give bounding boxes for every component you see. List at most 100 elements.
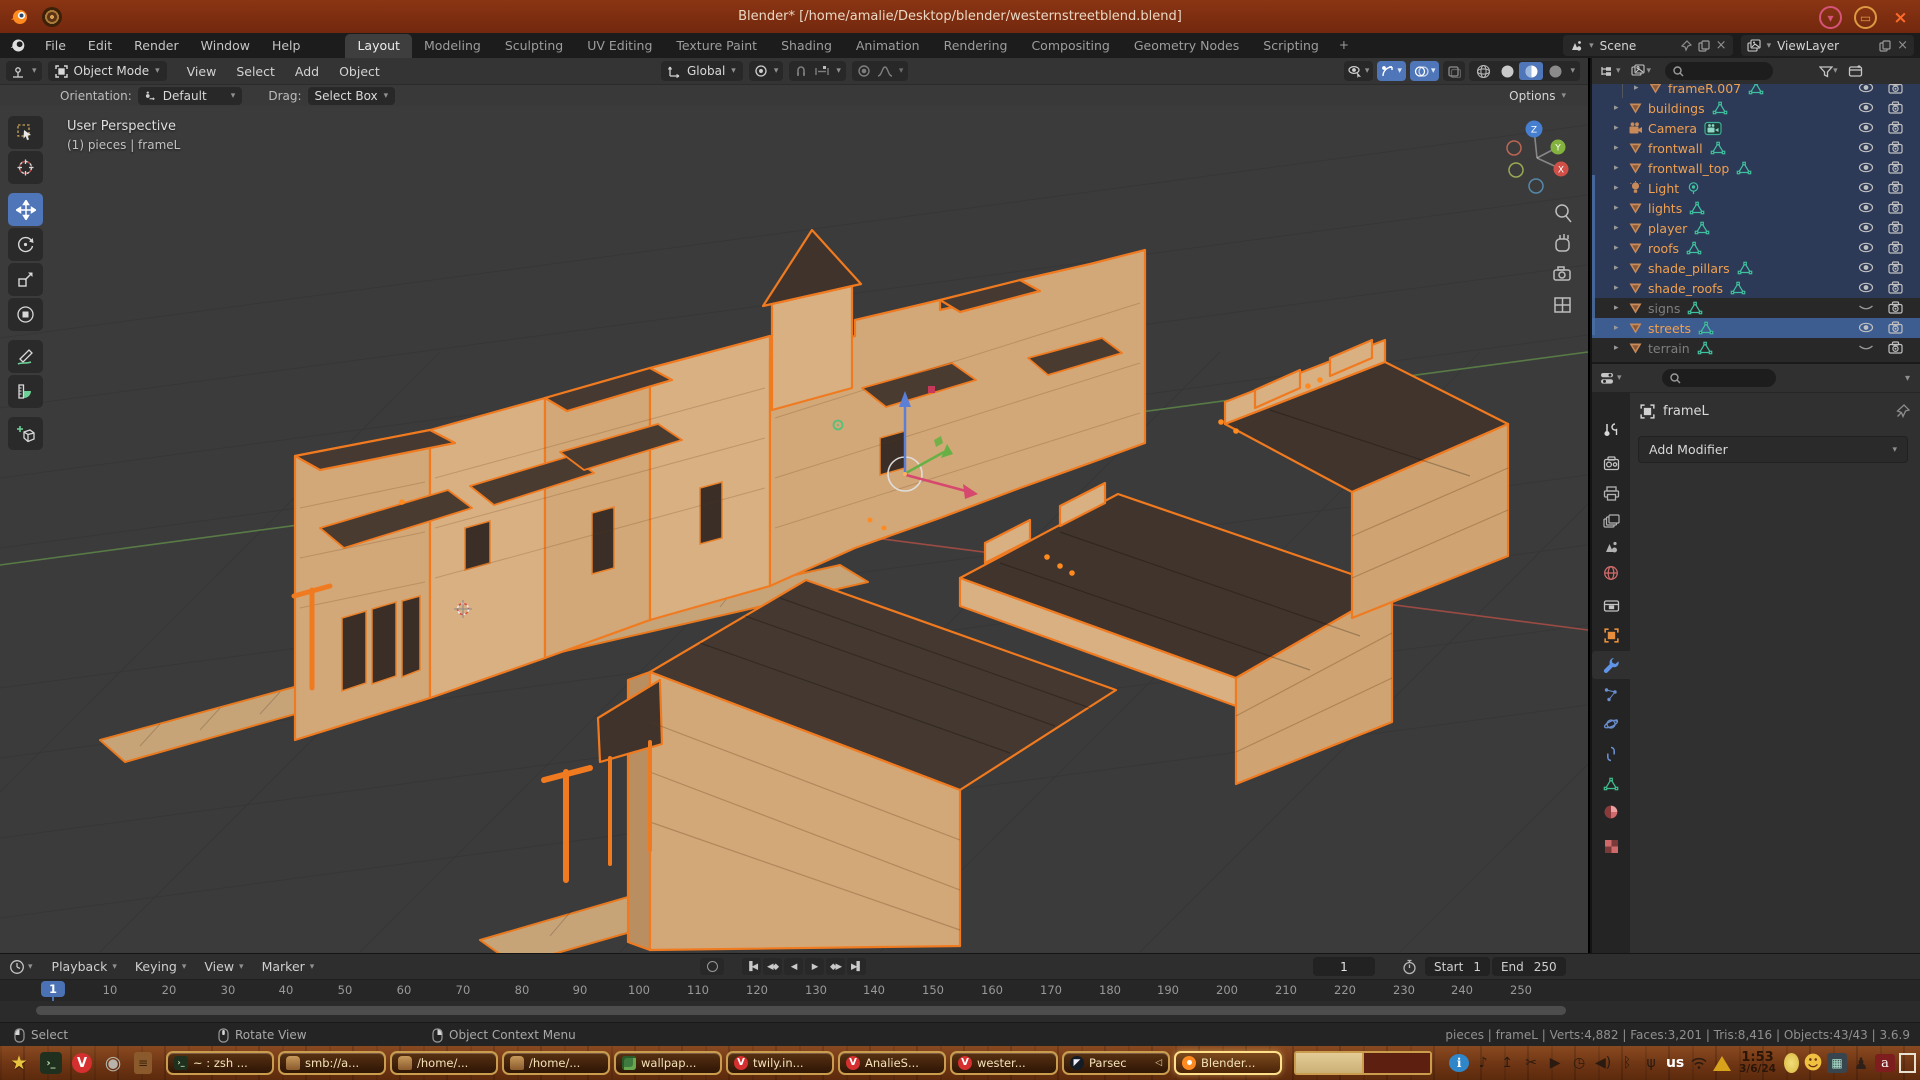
tab-modifiers[interactable] — [1592, 651, 1630, 679]
object-name[interactable]: buildings — [1648, 101, 1705, 116]
tab-render[interactable] — [1592, 449, 1630, 477]
outliner-display-mode-icon[interactable] — [1600, 64, 1616, 78]
shading-rendered-button[interactable] — [1543, 62, 1567, 80]
viewport-3d[interactable]: Z Y X — [0, 58, 1588, 953]
new-viewlayer-icon[interactable] — [1879, 40, 1891, 52]
pivot-point-selector[interactable]: ▾ — [749, 61, 784, 81]
visibility-eye-icon[interactable] — [1858, 301, 1874, 315]
visibility-eye-icon[interactable] — [1858, 341, 1874, 355]
outliner-row[interactable]: ▸ shade_roofs — [1592, 278, 1920, 298]
outliner-row[interactable]: ▸ shade_pillars — [1592, 258, 1920, 278]
visibility-eye-icon[interactable] — [1858, 321, 1874, 335]
workspace-pager[interactable] — [1294, 1051, 1432, 1075]
workspace-tab[interactable]: Texture Paint — [664, 34, 769, 58]
outliner-row[interactable]: ▸ buildings — [1592, 98, 1920, 118]
menu-item[interactable]: Help — [261, 35, 312, 56]
tab-output[interactable] — [1592, 479, 1630, 507]
snap-toggle-group[interactable]: ▾ — [789, 61, 846, 81]
play-button[interactable]: ▶ — [805, 958, 824, 975]
jump-to-start-button[interactable]: ▐◀ — [742, 958, 761, 975]
render-visibility-icon[interactable] — [1888, 201, 1904, 215]
shading-material-preview-button[interactable] — [1519, 62, 1543, 80]
current-frame-field[interactable]: 1 — [1313, 957, 1375, 976]
expand-arrow-icon[interactable]: ▸ — [1614, 123, 1624, 133]
outliner-filter-image-icon[interactable] — [1631, 64, 1647, 78]
outliner-row[interactable]: ▸ frameR.007 — [1592, 84, 1920, 98]
expand-arrow-icon[interactable]: ▸ — [1614, 103, 1624, 113]
viewport-menu-item[interactable]: Object — [329, 64, 390, 79]
new-scene-icon[interactable] — [1698, 40, 1710, 52]
select-box-tool[interactable] — [8, 116, 43, 149]
render-visibility-icon[interactable] — [1888, 141, 1904, 155]
visibility-eye-icon[interactable] — [1858, 201, 1874, 215]
visibility-eye-icon[interactable] — [1858, 261, 1874, 275]
transform-orientation-selector[interactable]: Global ▾ — [661, 61, 743, 81]
expand-arrow-icon[interactable]: ▸ — [1614, 203, 1624, 213]
taskbar-window-button[interactable]: ›_ V ◤ Parsec ◁ — [1062, 1051, 1170, 1075]
workspace-2[interactable] — [1362, 1053, 1430, 1073]
taskbar-window-button[interactable]: ›_ V ◤ Blender... ◁ — [1174, 1051, 1282, 1075]
visibility-eye-icon[interactable] — [1858, 141, 1874, 155]
tab-texture[interactable] — [1592, 832, 1630, 860]
properties-options-icon[interactable]: ▾ — [1905, 373, 1910, 384]
viewlayer-selector[interactable]: ▾ ViewLayer × — [1741, 35, 1914, 56]
keyboard-layout-indicator[interactable]: us — [1665, 1053, 1685, 1073]
object-name[interactable]: roofs — [1648, 241, 1679, 256]
abiword-tray-icon[interactable]: a — [1875, 1054, 1895, 1072]
tab-constraints[interactable] — [1592, 740, 1630, 768]
calculator-tray-icon[interactable]: ▦ — [1827, 1053, 1847, 1073]
object-name[interactable]: streets — [1648, 321, 1691, 336]
expand-arrow-icon[interactable]: ▸ — [1634, 84, 1644, 93]
timeline-ruler[interactable]: 1102030405060708090100110120130140150160… — [0, 979, 1920, 1002]
tab-scene[interactable] — [1592, 533, 1630, 561]
start-frame-field[interactable]: Start 1 — [1425, 957, 1490, 976]
orientation-setting-dropdown[interactable]: Default ▾ — [138, 87, 243, 105]
outliner-row[interactable]: ▸ Light — [1592, 178, 1920, 198]
outliner-scrollbar[interactable] — [1592, 175, 1595, 335]
timeline-editor-icon[interactable] — [9, 959, 25, 975]
workspace-tab[interactable]: Animation — [844, 34, 932, 58]
mode-selector[interactable]: Object Mode ▾ — [48, 61, 167, 81]
viewlayer-name[interactable]: ViewLayer — [1777, 39, 1873, 53]
warning-tray-icon[interactable] — [1713, 1056, 1731, 1071]
filter-funnel-icon[interactable] — [1819, 65, 1833, 78]
render-visibility-icon[interactable] — [1888, 241, 1904, 255]
launcher-icon[interactable] — [134, 1052, 152, 1074]
window-maximize-button[interactable]: ▭ — [1854, 6, 1877, 29]
upload-tray-icon[interactable]: ↥ — [1497, 1053, 1517, 1073]
taskbar-window-button[interactable]: ›_ V ◤ wallpap... ◁ — [614, 1051, 722, 1075]
pin-icon[interactable] — [1680, 40, 1692, 52]
end-frame-field[interactable]: End 250 — [1492, 957, 1566, 976]
expand-arrow-icon[interactable]: ▸ — [1614, 143, 1624, 153]
launcher-icon[interactable] — [8, 1052, 30, 1074]
figure-tray-icon[interactable]: ♟ — [1851, 1053, 1871, 1073]
render-visibility-icon[interactable] — [1888, 261, 1904, 275]
object-name[interactable]: player — [1648, 221, 1687, 236]
tab-physics[interactable] — [1592, 710, 1630, 738]
visibility-eye-icon[interactable] — [1858, 121, 1874, 135]
object-name[interactable]: lights — [1648, 201, 1682, 216]
object-name[interactable]: shade_roofs — [1648, 281, 1723, 296]
scene-selector[interactable]: ▾ Scene × — [1563, 35, 1732, 56]
taskbar-window-button[interactable]: ›_ V ◤ twily.in... ◁ — [726, 1051, 834, 1075]
render-visibility-icon[interactable] — [1888, 221, 1904, 235]
smiley-tray-icon[interactable]: ☻ — [1803, 1053, 1823, 1073]
tab-tool[interactable] — [1592, 415, 1630, 443]
options-button[interactable]: Options ▾ — [1509, 89, 1566, 103]
expand-arrow-icon[interactable]: ▸ — [1614, 323, 1624, 333]
clock-tray-icon[interactable]: ◷ — [1569, 1053, 1589, 1073]
object-name[interactable]: frameR.007 — [1668, 84, 1741, 96]
visibility-eye-icon[interactable] — [1858, 101, 1874, 115]
prev-keyframe-button[interactable]: ◀◆ — [763, 958, 782, 975]
show-overlays-toggle[interactable]: ▾ — [1410, 61, 1440, 81]
scene-name[interactable]: Scene — [1600, 39, 1674, 53]
visibility-eye-icon[interactable] — [1858, 161, 1874, 175]
object-name[interactable]: signs — [1648, 301, 1680, 316]
render-visibility-icon[interactable] — [1888, 181, 1904, 195]
auto-keying-toggle[interactable] — [700, 958, 724, 975]
viewport-menu-item[interactable]: View — [177, 64, 227, 79]
render-visibility-icon[interactable] — [1888, 321, 1904, 335]
editor-type-selector[interactable]: ▾ — [6, 61, 42, 81]
outliner-row[interactable]: ▸ lights — [1592, 198, 1920, 218]
drag-setting-dropdown[interactable]: Select Box ▾ — [308, 87, 396, 105]
